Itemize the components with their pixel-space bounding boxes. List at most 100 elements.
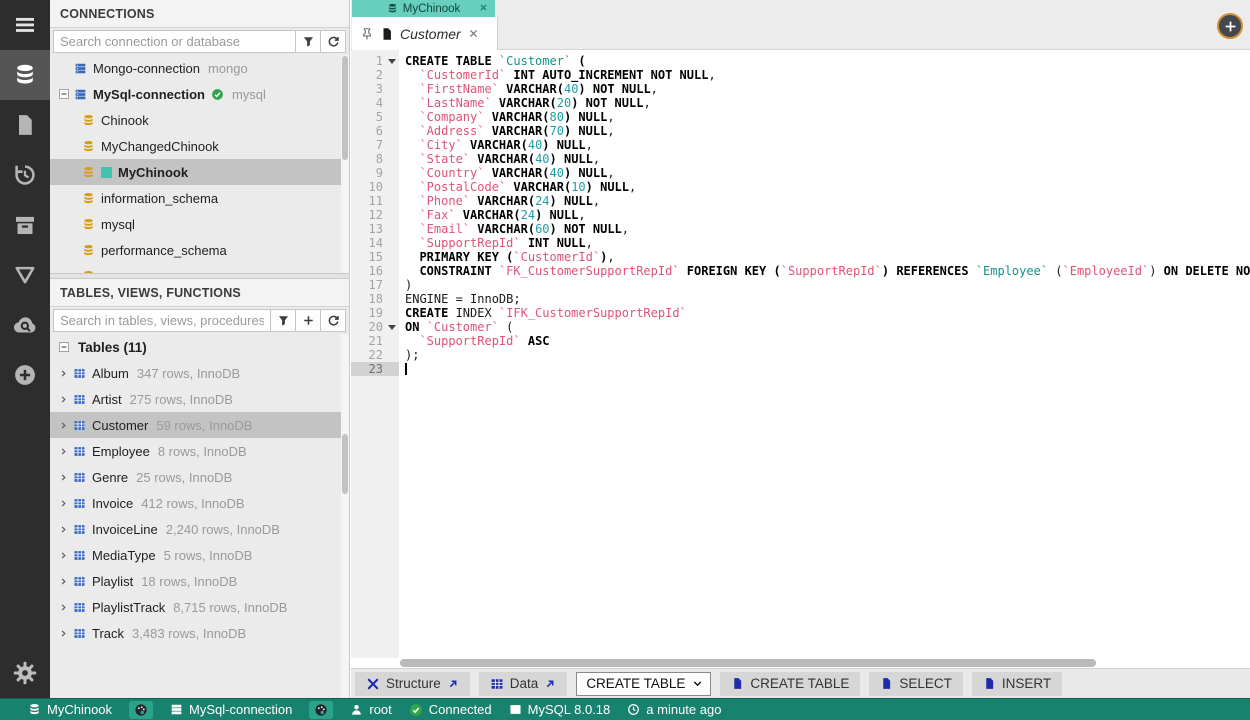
chevron-right-icon[interactable] [58, 550, 69, 561]
tables-scrollbar[interactable] [341, 334, 349, 698]
code-line[interactable] [405, 362, 1250, 376]
database-item-mychinook[interactable]: MyChinook [50, 159, 349, 185]
connection-item-mysql-connection[interactable]: MySql-connection mysql [50, 81, 349, 107]
code-line[interactable]: CREATE INDEX `IFK_CustomerSupportRepId` [405, 306, 1250, 320]
tables-refresh-button[interactable] [321, 309, 346, 332]
settings-button[interactable] [0, 648, 50, 698]
code-line[interactable]: `Email` VARCHAR(60) NOT NULL, [405, 222, 1250, 236]
code-line[interactable]: `Address` VARCHAR(70) NULL, [405, 124, 1250, 138]
code-line[interactable]: `SupportRepId` INT NULL, [405, 236, 1250, 250]
code-line[interactable]: PRIMARY KEY (`CustomerId`), [405, 250, 1250, 264]
tables-filter-button[interactable] [271, 309, 296, 332]
data-button[interactable]: Data [478, 671, 568, 696]
chevron-right-icon[interactable] [58, 368, 69, 379]
fold-toggle-icon[interactable] [388, 59, 396, 64]
table-item-mediatype[interactable]: MediaType 5 rows, InnoDB [50, 542, 349, 568]
scrollbar-thumb[interactable] [342, 56, 348, 160]
create-table-button[interactable]: CREATE TABLE [720, 671, 861, 696]
chevron-right-icon[interactable] [58, 524, 69, 535]
table-name: Customer [92, 417, 149, 433]
code-line[interactable]: ) [405, 278, 1250, 292]
database-item-information_schema[interactable]: information_schema [50, 185, 349, 211]
table-item-track[interactable]: Track 3,483 rows, InnoDB [50, 620, 349, 646]
close-icon[interactable] [467, 27, 480, 40]
sidebar-item-cloud-search[interactable] [0, 300, 50, 350]
structure-button[interactable]: Structure [355, 671, 470, 696]
sidebar-item-database[interactable] [0, 50, 50, 100]
chevron-right-icon[interactable] [58, 628, 69, 639]
chevron-right-icon[interactable] [58, 498, 69, 509]
database-color-button[interactable] [129, 700, 154, 719]
scrollbar-thumb[interactable] [342, 434, 348, 494]
collapse-toggle[interactable] [56, 339, 72, 355]
sidebar-item-files[interactable] [0, 100, 50, 150]
scrollbar-thumb[interactable] [400, 659, 1096, 667]
code-line[interactable]: ); [405, 348, 1250, 362]
tables-search-input[interactable] [53, 309, 271, 332]
connections-filter-button[interactable] [296, 30, 321, 53]
chevron-right-icon[interactable] [58, 576, 69, 587]
fold-toggle-icon[interactable] [388, 325, 396, 330]
code-line[interactable]: CONSTRAINT `FK_CustomerSupportRepId` FOR… [405, 264, 1250, 278]
connections-search-input[interactable] [53, 30, 296, 53]
connection-color-button[interactable] [309, 700, 334, 719]
menu-icon[interactable] [0, 0, 50, 50]
code-line[interactable]: CREATE TABLE `Customer` ( [405, 54, 1250, 68]
connections-scrollbar[interactable] [341, 55, 349, 273]
code-line[interactable]: `LastName` VARCHAR(20) NOT NULL, [405, 96, 1250, 110]
sidebar-item-history[interactable] [0, 150, 50, 200]
sidebar-item-add[interactable] [0, 350, 50, 400]
item-label: MyChinook [118, 164, 189, 180]
table-item-invoice[interactable]: Invoice 412 rows, InnoDB [50, 490, 349, 516]
code-line[interactable]: `City` VARCHAR(40) NULL, [405, 138, 1250, 152]
tab-customer[interactable]: Customer [352, 17, 498, 50]
table-item-invoiceline[interactable]: InvoiceLine 2,240 rows, InnoDB [50, 516, 349, 542]
database-item-performance_schema[interactable]: performance_schema [50, 237, 349, 263]
tables-group-header[interactable]: Tables (11) [50, 334, 349, 360]
code-line[interactable]: `Country` VARCHAR(40) NULL, [405, 166, 1250, 180]
tables-add-button[interactable] [296, 309, 321, 332]
table-item-album[interactable]: Album 347 rows, InnoDB [50, 360, 349, 386]
connection-item-mongo-connection[interactable]: Mongo-connection mongo [50, 55, 349, 81]
close-icon[interactable] [478, 2, 489, 13]
code-line[interactable]: `FirstName` VARCHAR(40) NOT NULL, [405, 82, 1250, 96]
code-line[interactable]: `Fax` VARCHAR(24) NULL, [405, 208, 1250, 222]
chevron-right-icon[interactable] [58, 602, 69, 613]
table-item-genre[interactable]: Genre 25 rows, InnoDB [50, 464, 349, 490]
code-line[interactable]: `CustomerId` INT AUTO_INCREMENT NOT NULL… [405, 68, 1250, 82]
chevron-right-icon[interactable] [58, 394, 69, 405]
new-tab-button[interactable] [1217, 13, 1243, 39]
insert-button[interactable]: INSERT [971, 671, 1063, 696]
table-item-playlisttrack[interactable]: PlaylistTrack 8,715 rows, InnoDB [50, 594, 349, 620]
table-name: PlaylistTrack [92, 599, 166, 615]
sql-template-select[interactable]: CREATE TABLE [576, 671, 712, 696]
sidebar-item-filters[interactable] [0, 250, 50, 300]
code-line[interactable]: ENGINE = InnoDB; [405, 292, 1250, 306]
table-item-customer[interactable]: Customer 59 rows, InnoDB [50, 412, 349, 438]
collapse-toggle[interactable] [56, 86, 72, 102]
table-item-employee[interactable]: Employee 8 rows, InnoDB [50, 438, 349, 464]
code-line[interactable]: ON `Customer` ( [405, 320, 1250, 334]
sidebar-item-archive[interactable] [0, 200, 50, 250]
editor-hscrollbar[interactable] [351, 658, 1250, 668]
code-line[interactable]: `PostalCode` VARCHAR(10) NULL, [405, 180, 1250, 194]
code-line[interactable]: `Phone` VARCHAR(24) NULL, [405, 194, 1250, 208]
chevron-right-icon[interactable] [58, 472, 69, 483]
pin-icon[interactable] [360, 27, 374, 41]
database-item-chinook[interactable]: Chinook [50, 107, 349, 133]
table-item-playlist[interactable]: Playlist 18 rows, InnoDB [50, 568, 349, 594]
table-item-artist[interactable]: Artist 275 rows, InnoDB [50, 386, 349, 412]
tab-group-mychinook[interactable]: MyChinook [352, 0, 495, 17]
database-item-sys[interactable]: sys [50, 263, 349, 273]
database-item-mysql[interactable]: mysql [50, 211, 349, 237]
code-line[interactable]: `Company` VARCHAR(80) NULL, [405, 110, 1250, 124]
select-button[interactable]: SELECT [869, 671, 963, 696]
chevron-right-icon[interactable] [58, 446, 69, 457]
editor-code[interactable]: CREATE TABLE `Customer` ( `CustomerId` I… [399, 50, 1250, 658]
chevron-right-icon[interactable] [58, 420, 69, 431]
database-item-mychangedchinook[interactable]: MyChangedChinook [50, 133, 349, 159]
code-line[interactable]: `SupportRepId` ASC [405, 334, 1250, 348]
sql-editor[interactable]: 1 2 3 4 5 6 7 8 9 10 11 12 13 14 15 16 17 18 19 20 21 22 23 CR… [351, 50, 1250, 658]
code-line[interactable]: `State` VARCHAR(40) NULL, [405, 152, 1250, 166]
connections-refresh-button[interactable] [321, 30, 346, 53]
